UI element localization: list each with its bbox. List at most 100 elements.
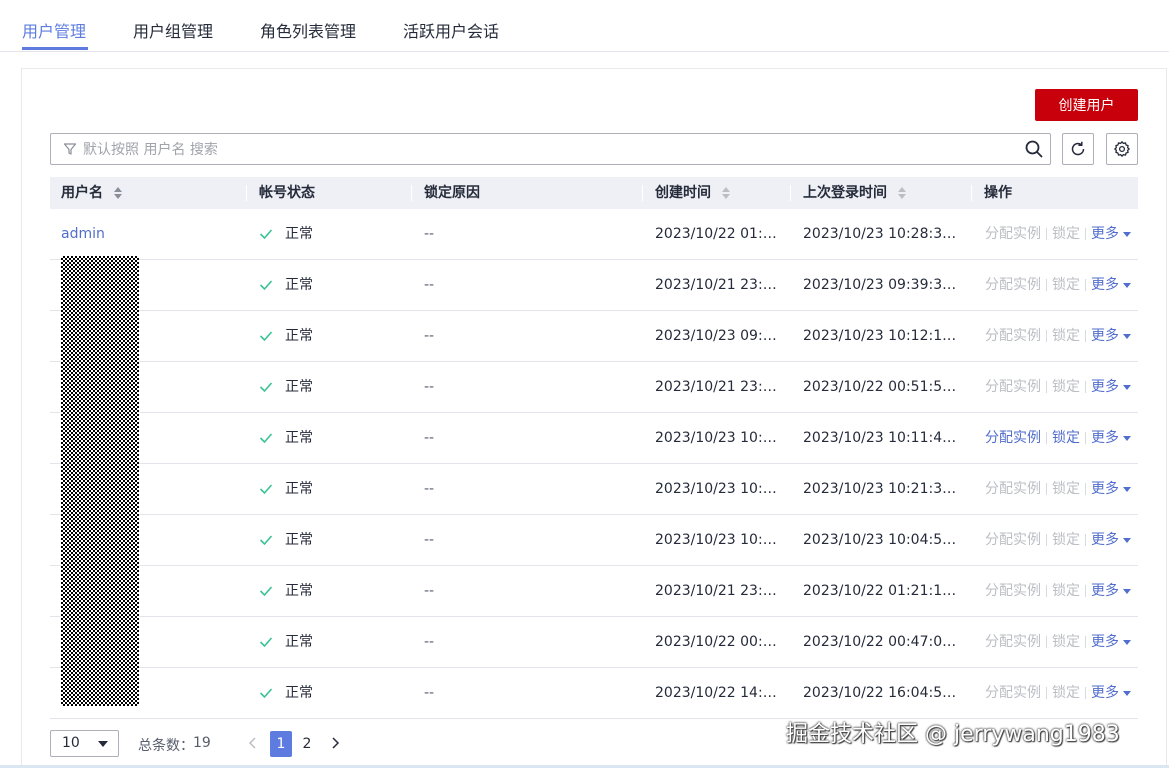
tab-role-list-management[interactable]: 角色列表管理 [260, 18, 356, 42]
search-icon[interactable] [1024, 139, 1044, 159]
tab-user-group-management[interactable]: 用户组管理 [133, 18, 213, 42]
create-user-button[interactable]: 创建用户 [1035, 89, 1138, 121]
more-dropdown[interactable]: 更多 [1091, 532, 1131, 548]
caret-down-icon [1123, 690, 1131, 696]
action-divider [1046, 483, 1047, 495]
assign-instance-link[interactable]: 分配实例 [985, 481, 1041, 497]
page-button-2[interactable]: 2 [296, 731, 318, 757]
refresh-button[interactable] [1062, 133, 1094, 165]
lock-link[interactable]: 锁定 [1052, 634, 1080, 650]
assign-instance-link[interactable]: 分配实例 [985, 379, 1041, 395]
filter-icon [63, 143, 77, 155]
caret-down-icon [1123, 435, 1131, 441]
column-divider [790, 185, 791, 201]
caret-down-icon [1123, 537, 1131, 543]
lock-reason: -- [424, 226, 435, 242]
table-row: 正常 -- 2023/10/23 10:00:... 2023/10/23 10:21… [50, 464, 1138, 515]
more-label: 更多 [1091, 685, 1119, 701]
more-dropdown[interactable]: 更多 [1091, 328, 1131, 344]
chevron-right-icon[interactable] [329, 735, 341, 751]
sort-icon[interactable] [721, 187, 730, 199]
last-login-time: 2023/10/22 00:51:54 G... [803, 379, 960, 395]
lock-link[interactable]: 锁定 [1052, 430, 1080, 446]
settings-button[interactable] [1106, 133, 1138, 165]
gear-icon [1114, 141, 1130, 157]
lock-link[interactable]: 锁定 [1052, 226, 1080, 242]
created-time: 2023/10/22 01:34:... [655, 226, 785, 242]
table-row: 正常 -- 2023/10/22 14:40:... 2023/10/22 16:04… [50, 668, 1138, 719]
action-divider [1046, 585, 1047, 597]
lock-link[interactable]: 锁定 [1052, 481, 1080, 497]
created-time: 2023/10/23 09:26:... [655, 328, 785, 344]
lock-link[interactable]: 锁定 [1052, 328, 1080, 344]
column-header-last-login[interactable]: 上次登录时间 [803, 177, 906, 209]
table-row: 正常 -- 2023/10/23 10:02:... 2023/10/23 10:11… [50, 413, 1138, 464]
more-dropdown[interactable]: 更多 [1091, 481, 1131, 497]
assign-instance-link[interactable]: 分配实例 [985, 532, 1041, 548]
action-divider [1085, 432, 1086, 444]
page-button-1[interactable]: 1 [270, 731, 292, 757]
check-icon [259, 484, 273, 495]
lock-link[interactable]: 锁定 [1052, 532, 1080, 548]
sort-icon[interactable] [113, 187, 122, 199]
action-divider [1085, 483, 1086, 495]
check-icon [259, 637, 273, 648]
search-input[interactable] [83, 139, 1003, 161]
tab-active-user-sessions[interactable]: 活跃用户会话 [403, 18, 499, 42]
action-divider [1085, 636, 1086, 648]
more-label: 更多 [1091, 379, 1119, 395]
lock-link[interactable]: 锁定 [1052, 379, 1080, 395]
column-divider [971, 185, 972, 201]
row-actions: 分配实例 锁定 更多 [985, 260, 1138, 310]
caret-down-icon [1123, 282, 1131, 288]
lock-reason: -- [424, 532, 435, 548]
column-header-username[interactable]: 用户名 [61, 177, 122, 209]
caret-down-icon [1123, 384, 1131, 390]
column-divider [642, 185, 643, 201]
row-actions: 分配实例 锁定 更多 [985, 464, 1138, 514]
lock-reason: -- [424, 634, 435, 650]
last-login-time: 2023/10/23 09:39:39 G... [803, 277, 960, 293]
check-icon [259, 229, 273, 240]
more-dropdown[interactable]: 更多 [1091, 277, 1131, 293]
assign-instance-link[interactable]: 分配实例 [985, 634, 1041, 650]
assign-instance-link[interactable]: 分配实例 [985, 328, 1041, 344]
action-divider [1085, 279, 1086, 291]
column-header-created[interactable]: 创建时间 [655, 177, 730, 209]
username-link[interactable]: admin [61, 209, 105, 259]
chevron-left-icon[interactable] [247, 735, 259, 751]
caret-down-icon [1123, 588, 1131, 594]
assign-instance-link[interactable]: 分配实例 [985, 277, 1041, 293]
more-dropdown[interactable]: 更多 [1091, 226, 1131, 242]
more-dropdown[interactable]: 更多 [1091, 583, 1131, 599]
assign-instance-link[interactable]: 分配实例 [985, 430, 1041, 446]
sort-icon[interactable] [897, 187, 906, 199]
created-time: 2023/10/21 23:20:... [655, 583, 785, 599]
account-status: 正常 [285, 328, 313, 344]
table-row: 正常 -- 2023/10/21 23:32:... 2023/10/22 00:51… [50, 362, 1138, 413]
more-label: 更多 [1091, 277, 1119, 293]
row-actions: 分配实例 锁定 更多 [985, 209, 1138, 259]
lock-link[interactable]: 锁定 [1052, 583, 1080, 599]
tab-user-management[interactable]: 用户管理 [22, 18, 86, 42]
last-login-time: 2023/10/23 10:28:33 G... [803, 226, 960, 242]
lock-reason: -- [424, 379, 435, 395]
row-actions: 分配实例 锁定 更多 [985, 362, 1138, 412]
watermark: 掘金技术社区 @ jerrywang1983 [786, 722, 1120, 747]
assign-instance-link[interactable]: 分配实例 [985, 583, 1041, 599]
more-dropdown[interactable]: 更多 [1091, 379, 1131, 395]
action-divider [1085, 585, 1086, 597]
last-login-time: 2023/10/23 10:21:33 G... [803, 481, 960, 497]
lock-link[interactable]: 锁定 [1052, 685, 1080, 701]
masked-usernames [61, 256, 139, 706]
assign-instance-link[interactable]: 分配实例 [985, 685, 1041, 701]
search-box [50, 133, 1051, 165]
page-size-select[interactable]: 10 [50, 730, 119, 757]
action-divider [1085, 330, 1086, 342]
more-dropdown[interactable]: 更多 [1091, 430, 1131, 446]
assign-instance-link[interactable]: 分配实例 [985, 226, 1041, 242]
more-dropdown[interactable]: 更多 [1091, 634, 1131, 650]
lock-link[interactable]: 锁定 [1052, 277, 1080, 293]
created-time: 2023/10/22 14:40:... [655, 685, 785, 701]
more-dropdown[interactable]: 更多 [1091, 685, 1131, 701]
